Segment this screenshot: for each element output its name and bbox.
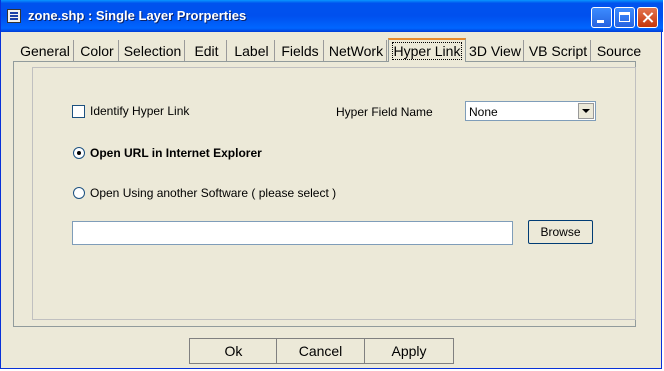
tab-vb-script[interactable]: VB Script (526, 40, 591, 62)
software-path-input[interactable] (72, 221, 513, 245)
hyper-field-name-label: Hyper Field Name (336, 105, 433, 119)
open-ie-label: Open URL in Internet Explorer (90, 146, 262, 160)
tab-network[interactable]: NetWork (326, 40, 387, 62)
open-ie-radio[interactable] (73, 147, 85, 159)
tab-selection[interactable]: Selection (121, 40, 185, 62)
apply-button[interactable]: Apply (364, 338, 454, 364)
identify-hyperlink-label: Identify Hyper Link (90, 104, 190, 118)
tab-hyper-link[interactable]: Hyper Link (388, 38, 466, 62)
tab-edit[interactable]: Edit (187, 40, 227, 62)
identify-hyperlink-checkbox[interactable] (72, 105, 85, 118)
minimize-button[interactable] (591, 7, 612, 28)
tab-general[interactable]: General (17, 40, 74, 62)
window-icon (7, 9, 21, 23)
ok-button[interactable]: Ok (189, 338, 278, 364)
tab-fields[interactable]: Fields (277, 40, 324, 62)
tab-label[interactable]: Label (229, 40, 275, 62)
tab-color[interactable]: Color (76, 40, 119, 62)
open-other-software-label: Open Using another Software ( please sel… (90, 186, 337, 200)
tab-hyper-link-label: Hyper Link (391, 42, 463, 60)
cancel-button[interactable]: Cancel (276, 338, 365, 364)
close-button[interactable] (637, 7, 658, 28)
hyper-field-name-select[interactable]: None (465, 101, 596, 121)
maximize-button[interactable] (614, 7, 635, 28)
tab-source[interactable]: Source (593, 40, 645, 62)
browse-button[interactable]: Browse (528, 220, 593, 244)
tab-3d-view[interactable]: 3D View (467, 40, 524, 62)
title-bar[interactable]: zone.shp : Single Layer Prorperties (1, 0, 663, 32)
chevron-down-icon[interactable] (578, 103, 594, 119)
window-title: zone.shp : Single Layer Prorperties (28, 8, 247, 23)
hyper-field-name-value: None (469, 105, 498, 119)
open-other-software-radio[interactable] (73, 187, 85, 199)
